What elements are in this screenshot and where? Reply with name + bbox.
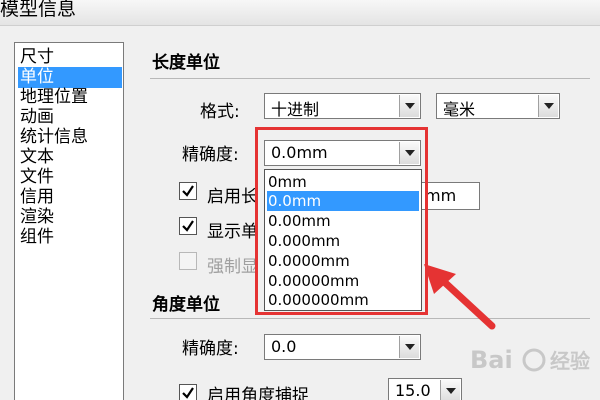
watermark-logo: Bai 经验 xyxy=(468,338,598,388)
sidebar-item-animation[interactable]: 动画 xyxy=(18,107,122,128)
sidebar-item-components[interactable]: 组件 xyxy=(18,227,122,248)
enable-angle-snap-checkbox[interactable] xyxy=(179,384,197,400)
precision-label: 精确度: xyxy=(182,145,239,165)
window-title: 模型信息 xyxy=(0,0,77,20)
force-display-checkbox[interactable] xyxy=(179,252,197,270)
length-snap-value: mm xyxy=(425,186,457,205)
sidebar-item-geo-location[interactable]: 地理位置 xyxy=(18,87,122,108)
length-unit-title: 长度单位 xyxy=(152,53,220,73)
svg-text:Bai: Bai xyxy=(470,346,513,374)
show-unit-label: 显示单 xyxy=(207,222,258,242)
sidebar-item-units[interactable]: 单位 xyxy=(18,67,122,88)
angle-precision-value: 0.0 xyxy=(271,337,297,356)
chevron-down-icon[interactable] xyxy=(440,380,460,400)
highlight-box xyxy=(255,127,428,315)
enable-length-snap-checkbox[interactable] xyxy=(179,182,197,200)
format-value: 十进制 xyxy=(271,100,320,119)
chevron-down-icon[interactable] xyxy=(399,95,419,117)
angle-snap-value: 15.0 xyxy=(395,381,431,400)
chevron-down-icon[interactable] xyxy=(538,95,558,117)
angle-precision-select[interactable]: 0.0 xyxy=(264,334,421,360)
title-bar: 模型信息 xyxy=(0,0,600,26)
force-display-label: 强制显 xyxy=(207,257,258,277)
unit-value: 毫米 xyxy=(443,100,476,119)
angle-unit-title: 角度单位 xyxy=(152,295,220,315)
length-snap-input[interactable]: mm xyxy=(420,182,480,210)
category-list[interactable]: 尺寸 单位 地理位置 动画 统计信息 文本 文件 信用 渲染 组件 xyxy=(14,42,124,400)
svg-text:经验: 经验 xyxy=(550,349,590,373)
sidebar-item-rendering[interactable]: 渲染 xyxy=(18,207,122,228)
length-unit-divider xyxy=(150,78,590,79)
enable-angle-snap-label: 启用角度捕捉 xyxy=(207,386,309,400)
unit-select[interactable]: 毫米 xyxy=(436,93,560,119)
angle-unit-divider xyxy=(150,318,590,319)
enable-length-snap-label: 启用长 xyxy=(207,187,258,207)
format-label: 格式: xyxy=(200,102,240,122)
chevron-down-icon[interactable] xyxy=(399,336,419,358)
sidebar-item-file[interactable]: 文件 xyxy=(18,167,122,188)
angle-snap-select[interactable]: 15.0 xyxy=(388,378,462,400)
sidebar-item-statistics[interactable]: 统计信息 xyxy=(18,127,122,148)
show-unit-checkbox[interactable] xyxy=(179,217,197,235)
sidebar-item-text[interactable]: 文本 xyxy=(18,147,122,168)
angle-precision-label: 精确度: xyxy=(182,339,239,359)
format-select[interactable]: 十进制 xyxy=(264,93,421,119)
sidebar-item-dimensions[interactable]: 尺寸 xyxy=(18,47,122,68)
sidebar-item-credits[interactable]: 信用 xyxy=(18,187,122,208)
arrow-icon xyxy=(424,264,496,330)
